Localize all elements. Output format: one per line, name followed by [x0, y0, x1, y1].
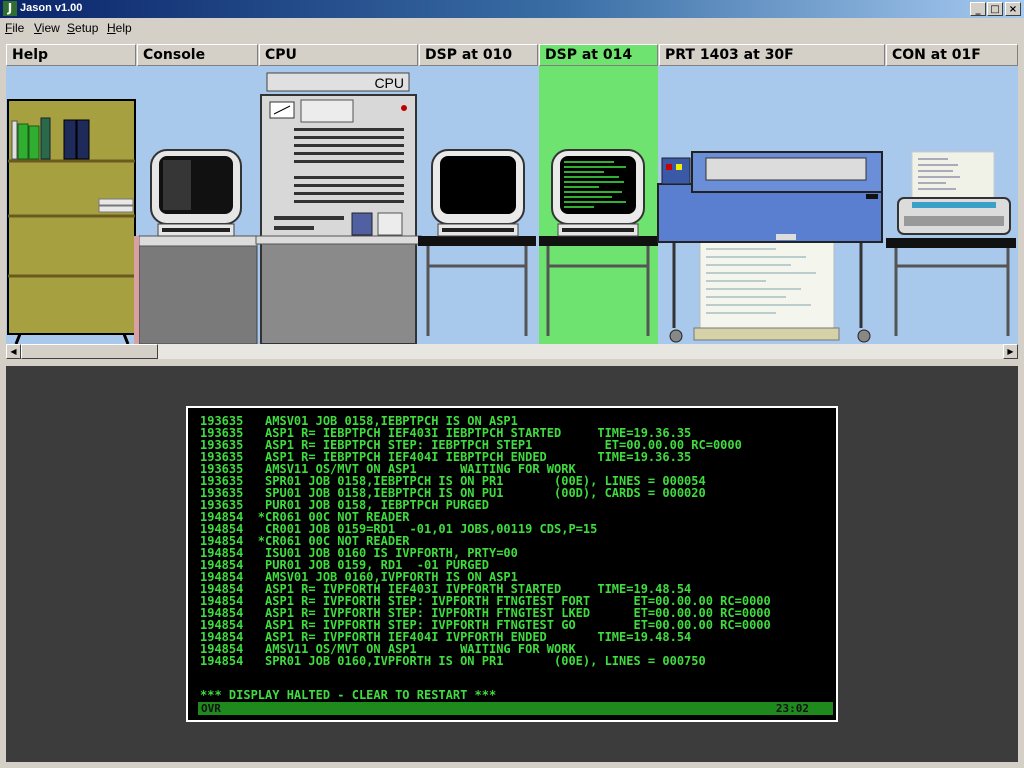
scene-drawing: CPU: [7, 66, 1016, 344]
maximize-button[interactable]: □: [987, 2, 1003, 16]
menu-view-label: iew: [41, 21, 60, 35]
machine-room-scene: CPU: [6, 66, 1018, 344]
display-halted-message: *** DISPLAY HALTED - CLEAR TO RESTART **…: [200, 688, 497, 702]
menu-setup[interactable]: Setup: [67, 21, 98, 35]
title-bar: J Jason v1.00 _ □ ×: [0, 0, 1024, 18]
tab-dsp-014[interactable]: DSP at 014: [539, 44, 658, 66]
printer-1403[interactable]: [657, 151, 883, 343]
tab-prt-1403[interactable]: PRT 1403 at 30F: [659, 44, 885, 66]
scroll-thumb[interactable]: [21, 344, 158, 359]
scroll-left-button[interactable]: ◀: [6, 344, 21, 359]
terminal-screen[interactable]: 193635 AMSV01 JOB 0158,IEBPTPCH IS ON AS…: [186, 406, 838, 722]
tab-console[interactable]: Console: [137, 44, 258, 66]
menu-setup-mnemonic: S: [67, 21, 76, 35]
tab-dsp-010[interactable]: DSP at 010: [419, 44, 538, 66]
scene-scrollbar[interactable]: ◀ ▶: [6, 344, 1018, 359]
status-time: 23:02: [775, 702, 809, 715]
terminal-status-bar: OVR 23:02: [198, 702, 833, 715]
scroll-right-button[interactable]: ▶: [1003, 344, 1018, 359]
bookcase-help[interactable]: [7, 99, 136, 344]
menu-view-mnemonic: V: [34, 21, 42, 35]
menu-help[interactable]: Help: [107, 21, 132, 35]
terminal-line: 194854 SPR01 JOB 0160,IVPFORTH IS ON PR1…: [200, 654, 706, 668]
menu-view[interactable]: View: [34, 21, 60, 35]
console-typewriter[interactable]: [886, 151, 1016, 336]
menu-help-mnemonic: H: [107, 21, 116, 35]
terminal-lines: 193635 AMSV01 JOB 0158,IEBPTPCH IS ON AS…: [200, 415, 771, 667]
tab-cpu[interactable]: CPU: [259, 44, 418, 66]
close-button[interactable]: ×: [1005, 2, 1021, 16]
menu-bar: File View Setup Help: [0, 18, 1024, 38]
menu-help-label: elp: [115, 21, 132, 35]
window-title: Jason v1.00: [20, 2, 83, 14]
status-mode: OVR: [201, 702, 221, 715]
cpu-unit[interactable]: CPU: [255, 72, 422, 344]
tab-con-01f[interactable]: CON at 01F: [886, 44, 1018, 66]
minimize-button[interactable]: _: [970, 2, 986, 16]
menu-file-label: ile: [12, 21, 25, 35]
cpu-panel-label: CPU: [374, 75, 404, 91]
device-tab-bar: Help Console CPU DSP at 010 DSP at 014 P…: [6, 44, 1018, 66]
display-010[interactable]: [418, 149, 536, 336]
tab-help[interactable]: Help: [6, 44, 136, 66]
console-terminal[interactable]: [134, 149, 258, 344]
menu-file[interactable]: File: [5, 21, 24, 35]
menu-setup-label: etup: [75, 21, 99, 35]
console-area: 193635 AMSV01 JOB 0158,IEBPTPCH IS ON AS…: [6, 366, 1018, 762]
app-icon: J: [3, 1, 17, 16]
